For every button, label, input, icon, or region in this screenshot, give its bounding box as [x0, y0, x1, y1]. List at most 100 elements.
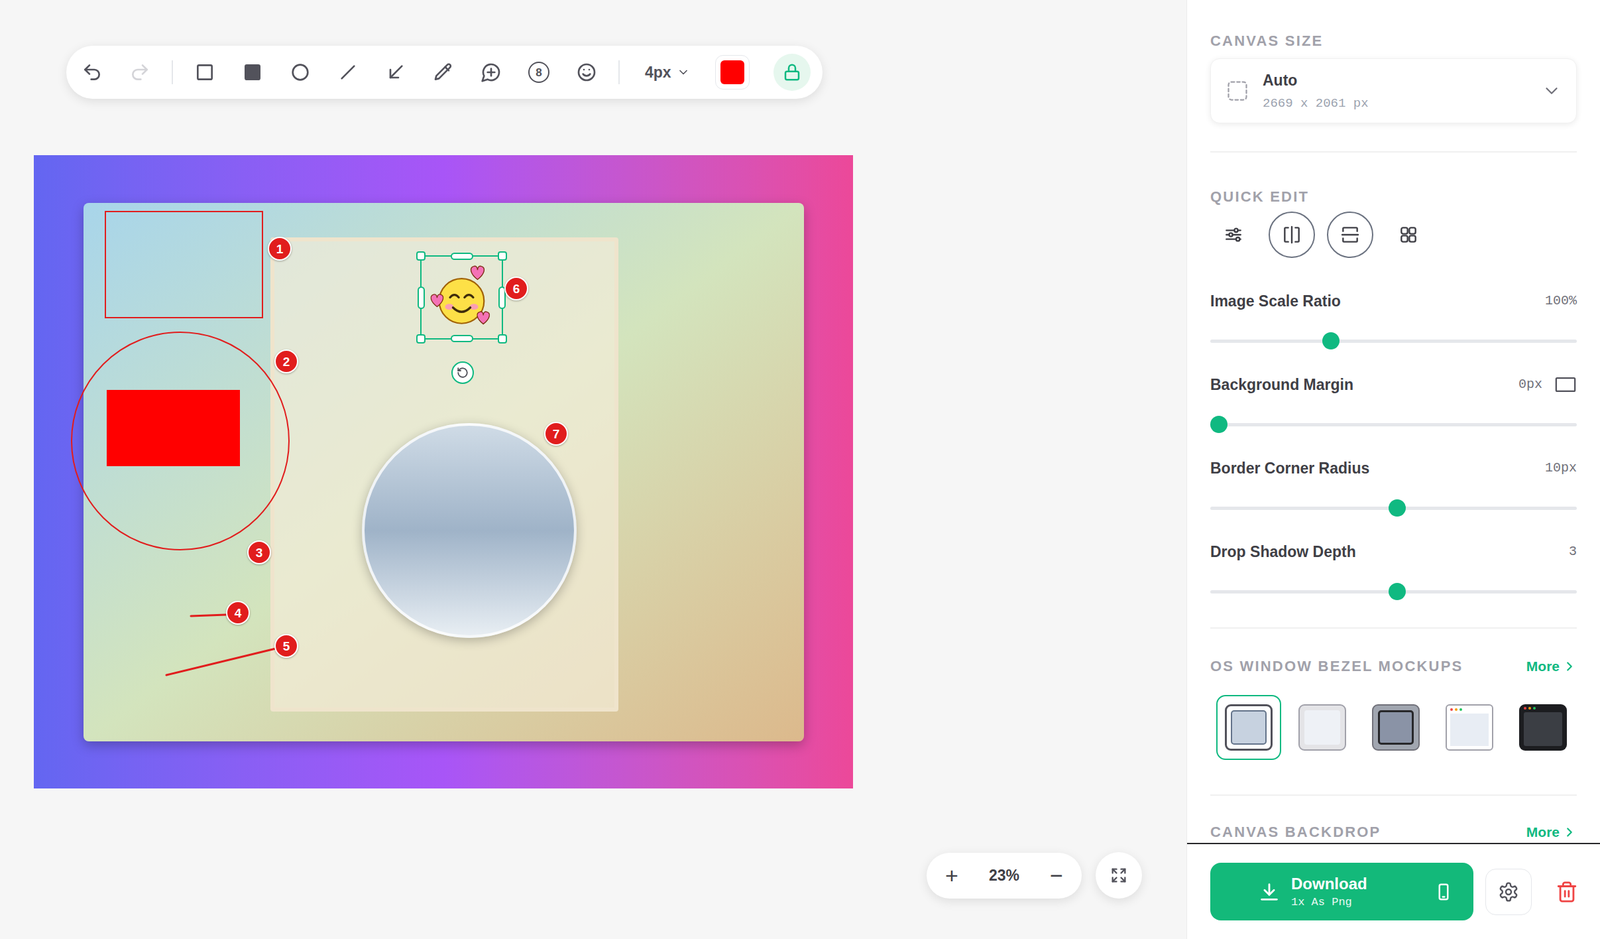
bezel-option[interactable]	[1363, 694, 1429, 760]
badge-number: 6	[513, 282, 521, 295]
slider-thumb[interactable]	[1388, 582, 1406, 600]
arrow-tool-button[interactable]	[379, 56, 412, 89]
number-badge[interactable]: 4	[226, 600, 250, 625]
more-link[interactable]: More	[1526, 655, 1577, 677]
resize-handle[interactable]	[417, 286, 425, 309]
rotate-icon	[456, 366, 469, 379]
delete-button[interactable]	[1543, 868, 1591, 915]
quick-edit-row	[1210, 211, 1577, 258]
more-label: More	[1526, 821, 1560, 843]
resize-handle[interactable]	[416, 251, 426, 261]
bezel-list	[1210, 694, 1577, 760]
number-badge[interactable]: 7	[544, 421, 569, 446]
stroke-width-select[interactable]: 4px	[635, 60, 700, 85]
ellipse-icon	[289, 61, 311, 83]
slider-reading: 3	[1568, 541, 1577, 562]
bezel-option[interactable]	[1289, 694, 1355, 760]
more-label: More	[1526, 655, 1560, 677]
zoom-controls: +23%−	[926, 851, 1143, 899]
section-header: CANVAS BACKDROPMore	[1210, 823, 1577, 840]
quick-edit-button[interactable]	[1385, 211, 1432, 258]
stroke-width-value: 4px	[644, 60, 672, 85]
pen-tool-button[interactable]	[427, 56, 460, 89]
rotate-handle[interactable]	[451, 361, 474, 384]
bezel-thumbnail	[1519, 703, 1567, 751]
bezel-option[interactable]	[1510, 694, 1576, 760]
resize-handle[interactable]	[416, 334, 426, 344]
chevron-down-icon	[1541, 80, 1562, 101]
slider-value: 10px	[1544, 457, 1577, 478]
magnifier-annotation[interactable]	[361, 422, 577, 638]
emoji-icon	[575, 61, 598, 83]
slider-rail	[1210, 339, 1577, 343]
slider-track[interactable]	[1210, 499, 1577, 517]
counter-tool-button[interactable]: 8	[522, 56, 555, 89]
action-bar: Download1x As Png	[1187, 842, 1600, 939]
frame-toggle-icon[interactable]	[1554, 373, 1577, 396]
zoom-in-button[interactable]: +	[941, 863, 963, 887]
slider-track[interactable]	[1210, 415, 1577, 433]
slider-reading: 10px	[1544, 457, 1577, 478]
resize-handle[interactable]	[497, 334, 508, 344]
slider-thumb[interactable]	[1322, 332, 1340, 350]
split-horizontal-icon	[1339, 224, 1361, 246]
rectangle-annotation[interactable]	[104, 210, 264, 319]
slider-thumb[interactable]	[1388, 499, 1406, 517]
sidebar-content: CANVAS SIZEAuto2669 x 2061 pxQUICK EDITI…	[1187, 0, 1600, 843]
line-icon	[337, 61, 359, 83]
number-badge[interactable]: 1	[267, 236, 292, 261]
slider-value: 100%	[1544, 290, 1577, 311]
badge-number: 5	[283, 639, 291, 653]
canvas-size-select[interactable]: Auto2669 x 2061 px	[1210, 58, 1577, 124]
pen-icon	[432, 61, 455, 83]
download-button[interactable]: Download1x As Png	[1210, 862, 1474, 920]
fit-screen-button[interactable]	[1095, 851, 1143, 899]
badge-number: 4	[234, 606, 242, 620]
undo-button[interactable]	[76, 56, 109, 89]
bezel-option[interactable]	[1216, 694, 1282, 760]
slider-header: Drop Shadow Depth3	[1210, 541, 1577, 562]
counter-icon: 8	[528, 61, 550, 83]
number-badge[interactable]: 5	[274, 633, 299, 658]
number-badge[interactable]: 2	[274, 349, 299, 374]
slider-header: Background Margin0px	[1210, 374, 1577, 395]
bezel-option[interactable]	[1436, 694, 1502, 760]
emoji-annotation[interactable]	[420, 255, 504, 340]
download-text: Download1x As Png	[1291, 874, 1368, 909]
slider-track[interactable]	[1210, 332, 1577, 350]
line-tool-button[interactable]	[332, 56, 364, 89]
emoji-tool-button[interactable]	[570, 56, 603, 89]
resize-handle[interactable]	[497, 251, 508, 261]
resize-handle[interactable]	[450, 334, 474, 343]
section-title: OS WINDOW BEZEL MOCKUPS	[1210, 658, 1463, 675]
badge-number: 2	[283, 355, 291, 368]
download-label: Download	[1291, 874, 1368, 893]
canvas-image[interactable]: 1 2 3 4 5 6 7	[83, 202, 804, 742]
quick-edit-button[interactable]	[1210, 211, 1257, 258]
filled-rectangle-tool-button[interactable]	[236, 56, 269, 89]
zoom-bar: +23%−	[926, 852, 1082, 899]
divider	[1210, 151, 1577, 153]
filled-rectangle-annotation[interactable]	[106, 389, 240, 466]
badge-number: 1	[276, 242, 284, 256]
zoom-out-button[interactable]: −	[1045, 863, 1068, 887]
lock-button[interactable]	[773, 53, 811, 91]
quick-edit-button[interactable]	[1326, 211, 1374, 258]
canvas-size-icon	[1225, 78, 1250, 103]
slider-thumb[interactable]	[1210, 415, 1228, 433]
callout-tool-button[interactable]	[475, 56, 508, 89]
arrow-icon	[385, 61, 407, 83]
slider-track[interactable]	[1210, 582, 1577, 600]
ellipse-tool-button[interactable]	[284, 56, 317, 89]
canvas-size-mode: Auto	[1262, 68, 1369, 93]
resize-handle[interactable]	[450, 252, 474, 260]
settings-button[interactable]	[1485, 868, 1532, 915]
bezel-thumbnail	[1371, 703, 1420, 751]
number-badge[interactable]: 3	[247, 540, 272, 565]
number-badge[interactable]: 6	[504, 276, 529, 301]
more-link[interactable]: More	[1526, 821, 1577, 843]
phone-icon[interactable]	[1433, 881, 1454, 902]
rectangle-tool-button[interactable]	[188, 56, 221, 89]
stroke-color-button[interactable]	[715, 55, 750, 90]
quick-edit-button[interactable]	[1268, 211, 1315, 258]
